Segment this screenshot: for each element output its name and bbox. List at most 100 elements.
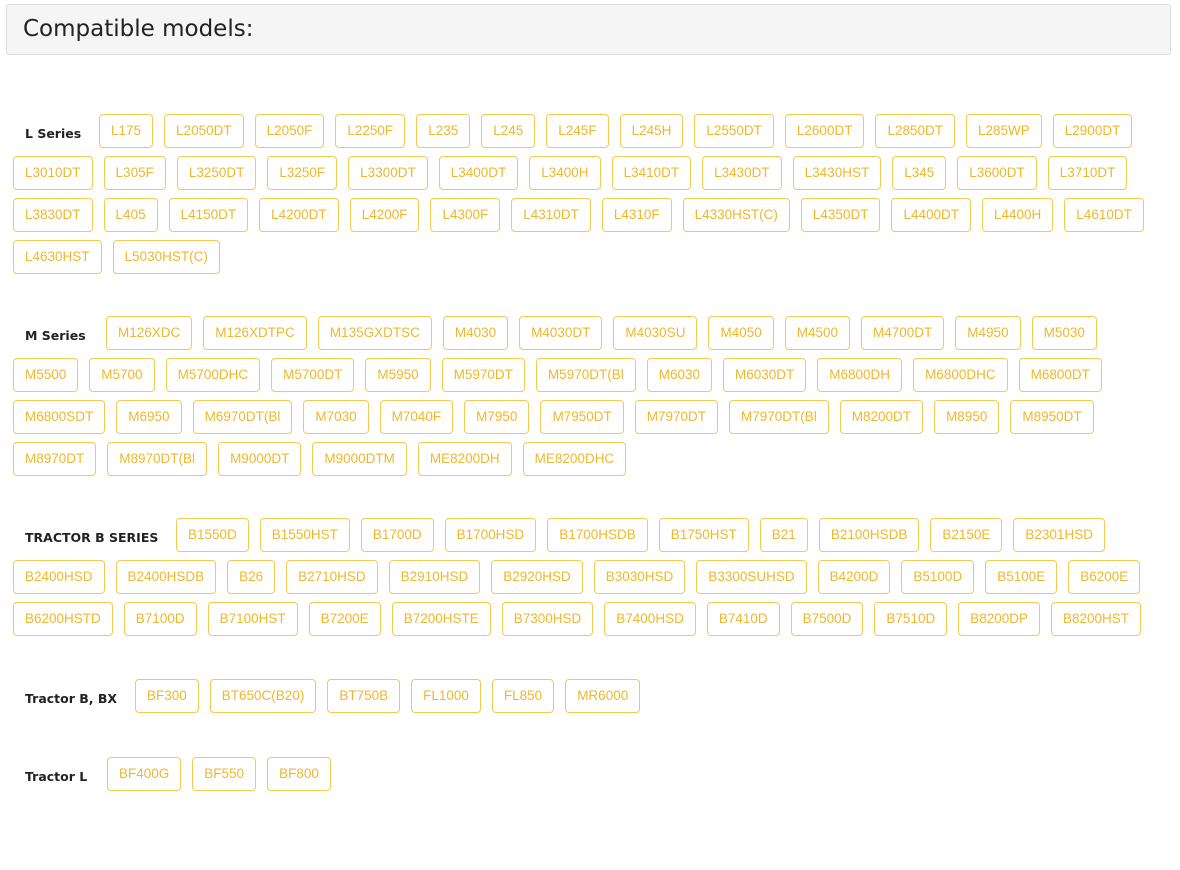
model-tag[interactable]: M5700DHC: [165, 358, 261, 392]
model-tag[interactable]: M6030DT: [723, 358, 807, 392]
model-tag[interactable]: L2600DT: [784, 114, 865, 148]
model-tag[interactable]: L285WP: [966, 114, 1042, 148]
model-tag[interactable]: M9000DT: [218, 442, 302, 476]
model-tag[interactable]: M5700: [89, 358, 155, 392]
model-tag[interactable]: B1700HSDB: [547, 518, 648, 552]
model-tag[interactable]: B2301HSD: [1013, 518, 1105, 552]
model-tag[interactable]: B1700D: [360, 518, 434, 552]
model-tag[interactable]: L4610DT: [1064, 198, 1144, 232]
model-tag[interactable]: B1550HST: [259, 518, 350, 552]
model-tag[interactable]: L4400H: [982, 198, 1054, 232]
model-tag[interactable]: L3430HST: [792, 156, 882, 190]
model-tag[interactable]: B2150E: [930, 518, 1003, 552]
model-tag[interactable]: B7410D: [706, 602, 780, 636]
model-tag[interactable]: B7300HSD: [501, 602, 594, 636]
model-tag[interactable]: B1550D: [176, 518, 249, 552]
model-tag[interactable]: ME8200DHC: [522, 442, 627, 476]
model-tag[interactable]: B26: [227, 560, 276, 594]
model-tag[interactable]: M4500: [784, 316, 851, 350]
model-tag[interactable]: B6200E: [1068, 560, 1141, 594]
model-tag[interactable]: M8950: [934, 400, 1000, 434]
model-tag[interactable]: B2710HSD: [286, 560, 378, 594]
model-tag[interactable]: L2050F: [254, 114, 325, 148]
model-tag[interactable]: BT750B: [327, 679, 401, 713]
model-tag[interactable]: B1700HSD: [444, 518, 537, 552]
model-tag[interactable]: B5100E: [985, 560, 1058, 594]
model-tag[interactable]: M126XDTPC: [203, 316, 307, 350]
model-tag[interactable]: M6800DHC: [913, 358, 1008, 392]
model-tag[interactable]: B7200HSTE: [391, 602, 491, 636]
model-tag[interactable]: L4310F: [601, 198, 672, 232]
model-tag[interactable]: L4310DT: [511, 198, 591, 232]
model-tag[interactable]: L245H: [619, 114, 684, 148]
model-tag[interactable]: M4030DT: [519, 316, 603, 350]
model-tag[interactable]: M7950: [464, 400, 530, 434]
model-tag[interactable]: M5950: [365, 358, 431, 392]
model-tag[interactable]: M4050: [708, 316, 774, 350]
model-tag[interactable]: M4700DT: [861, 316, 945, 350]
model-tag[interactable]: BF800: [267, 757, 331, 791]
model-tag[interactable]: B3030HSD: [593, 560, 686, 594]
model-tag[interactable]: M7970DT(Bl: [729, 400, 829, 434]
model-tag[interactable]: M9000DTM: [312, 442, 407, 476]
model-tag[interactable]: M5970DT: [441, 358, 525, 392]
model-tag[interactable]: M7950DT: [540, 400, 624, 434]
model-tag[interactable]: L3010DT: [13, 156, 93, 190]
model-tag[interactable]: L4150DT: [168, 198, 249, 232]
model-tag[interactable]: B7100HST: [207, 602, 298, 636]
model-tag[interactable]: M5970DT(Bl: [535, 358, 636, 392]
model-tag[interactable]: BF400G: [107, 757, 182, 791]
model-tag[interactable]: MR6000: [565, 679, 641, 713]
model-tag[interactable]: M8970DT: [13, 442, 97, 476]
model-tag[interactable]: L3400DT: [438, 156, 519, 190]
model-tag[interactable]: L175: [99, 114, 154, 148]
model-tag[interactable]: L3430DT: [702, 156, 782, 190]
model-tag[interactable]: L4300F: [430, 198, 501, 232]
model-tag[interactable]: M6800DH: [817, 358, 903, 392]
model-tag[interactable]: M6800SDT: [13, 400, 106, 434]
model-tag[interactable]: M4950: [955, 316, 1021, 350]
model-tag[interactable]: L2050DT: [164, 114, 244, 148]
model-tag[interactable]: L3250DT: [176, 156, 257, 190]
model-tag[interactable]: L3830DT: [13, 198, 93, 232]
model-tag[interactable]: L3710DT: [1047, 156, 1128, 190]
model-tag[interactable]: M5700DT: [271, 358, 355, 392]
model-tag[interactable]: B1750HST: [658, 518, 749, 552]
model-tag[interactable]: FL1000: [411, 679, 481, 713]
model-tag[interactable]: L305F: [103, 156, 166, 190]
model-tag[interactable]: L3410DT: [611, 156, 692, 190]
model-tag[interactable]: BF300: [135, 679, 199, 713]
model-tag[interactable]: L2900DT: [1052, 114, 1133, 148]
model-tag[interactable]: M126XDC: [106, 316, 193, 350]
model-tag[interactable]: B2910HSD: [388, 560, 481, 594]
model-tag[interactable]: B2100HSDB: [818, 518, 920, 552]
model-tag[interactable]: M135GXDTSC: [317, 316, 432, 350]
model-tag[interactable]: M6970DT(Bl: [192, 400, 293, 434]
model-tag[interactable]: B5100D: [901, 560, 975, 594]
model-tag[interactable]: B8200HST: [1051, 602, 1142, 636]
model-tag[interactable]: B7200E: [308, 602, 381, 636]
model-tag[interactable]: L235: [416, 114, 471, 148]
model-tag[interactable]: B2920HSD: [491, 560, 583, 594]
model-tag[interactable]: L4330HST(C): [682, 198, 790, 232]
model-tag[interactable]: B8200DP: [958, 602, 1041, 636]
model-tag[interactable]: L345: [892, 156, 947, 190]
model-tag[interactable]: L5030HST(C): [112, 240, 220, 274]
model-tag[interactable]: M7970DT: [634, 400, 718, 434]
model-tag[interactable]: B7400HSD: [604, 602, 696, 636]
model-tag[interactable]: L4350DT: [800, 198, 881, 232]
model-tag[interactable]: M8970DT(Bl: [107, 442, 208, 476]
model-tag[interactable]: BF550: [192, 757, 257, 791]
model-tag[interactable]: L2250F: [335, 114, 406, 148]
model-tag[interactable]: M7030: [303, 400, 369, 434]
model-tag[interactable]: M6950: [116, 400, 182, 434]
model-tag[interactable]: L4200F: [349, 198, 420, 232]
model-tag[interactable]: B7500D: [790, 602, 864, 636]
model-tag[interactable]: B4200D: [817, 560, 891, 594]
model-tag[interactable]: B7100D: [123, 602, 197, 636]
model-tag[interactable]: M6030: [646, 358, 712, 392]
model-tag[interactable]: L245: [481, 114, 536, 148]
model-tag[interactable]: M4030: [442, 316, 509, 350]
model-tag[interactable]: M4030SU: [613, 316, 698, 350]
model-tag[interactable]: L4630HST: [13, 240, 102, 274]
